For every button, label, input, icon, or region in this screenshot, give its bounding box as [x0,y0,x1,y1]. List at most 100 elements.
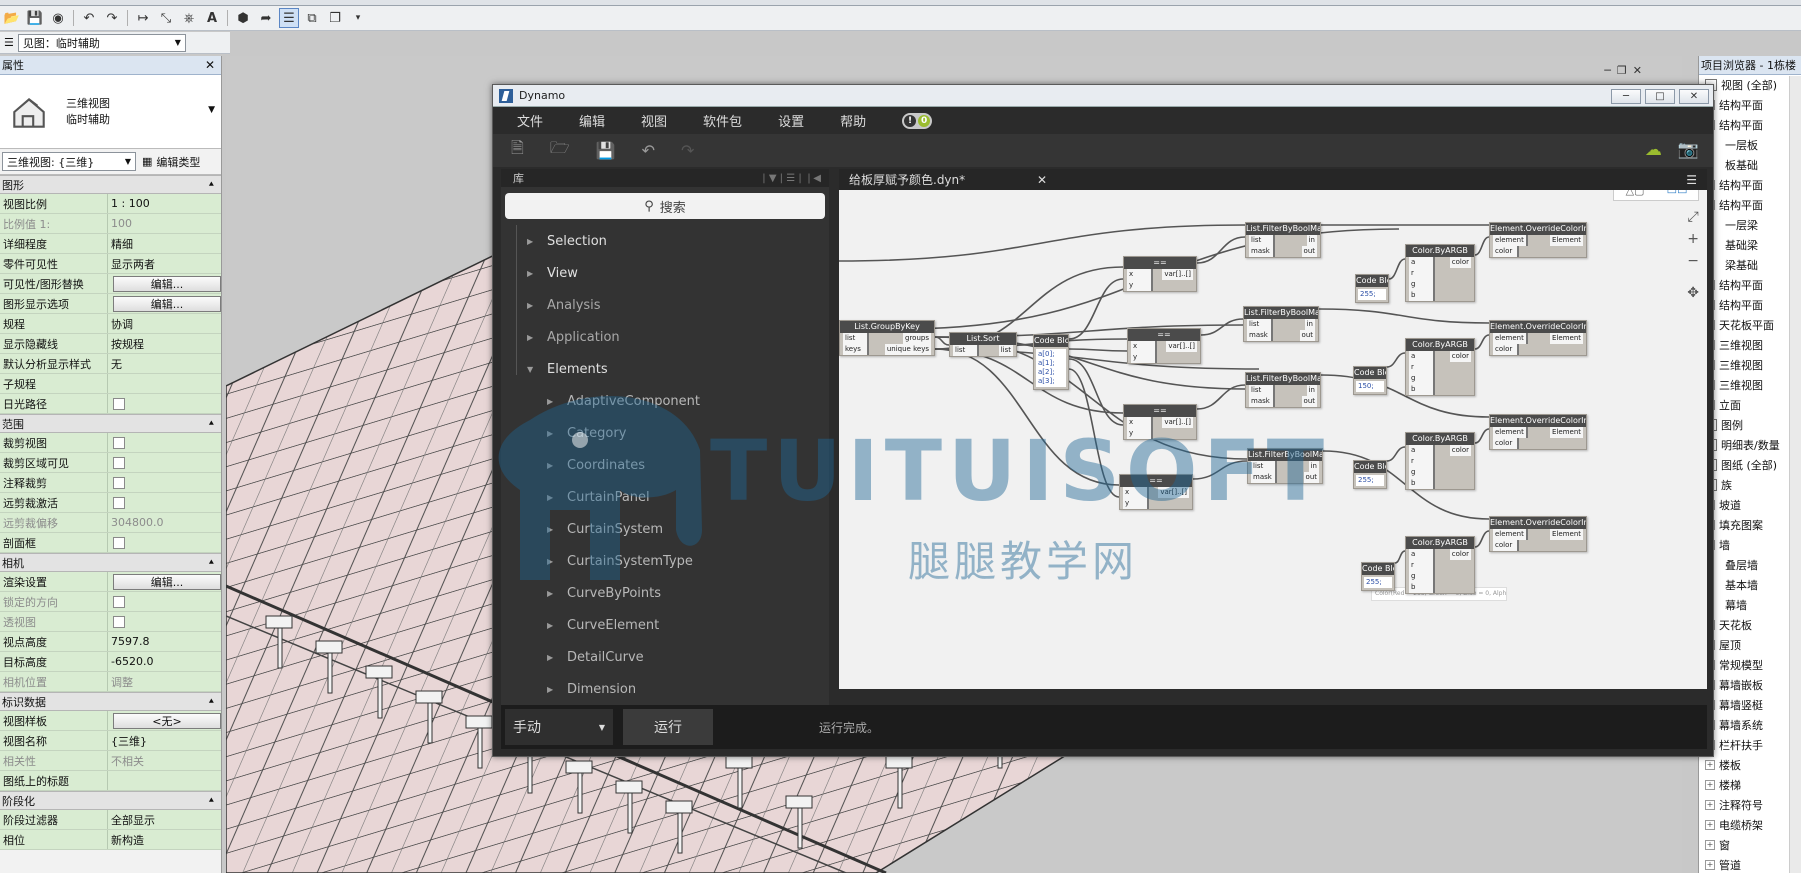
browser-item[interactable]: 族 [1699,475,1801,495]
browser-scrollbar[interactable] [1789,76,1801,873]
connector-wire[interactable] [934,336,950,346]
browser-item[interactable]: +结构平面 [1699,295,1801,315]
browser-item[interactable]: +幕墙竖梃 [1699,695,1801,715]
input-port[interactable]: mask [1247,330,1273,341]
output-port[interactable]: list [998,345,1013,356]
thin-lines-icon[interactable]: ☰ [279,8,299,28]
close-icon[interactable]: ✕ [205,58,215,72]
run-mode-select[interactable]: 手动 ▼ [505,709,613,745]
input-port[interactable]: g [1409,467,1435,478]
library-item[interactable]: ▶ CurveByPoints [501,577,829,609]
property-checkbox[interactable] [113,476,125,489]
property-value[interactable]: 全部显示 [108,810,221,829]
browser-item[interactable]: 视图 (全部) [1699,75,1801,95]
graph-node[interactable]: Element.OverrideColorInViewelement Elemen… [1489,222,1587,258]
undo-icon[interactable]: ↶ [642,141,655,160]
connector-wire[interactable] [1386,446,1406,462]
library-item[interactable]: ▶ AdaptiveComponent [501,385,829,417]
property-value[interactable] [108,771,221,790]
property-value[interactable]: 7597.8 [108,632,221,651]
expand-icon[interactable]: + [1705,800,1715,810]
graph-node[interactable]: Element.OverrideColorInViewelement Elemen… [1489,320,1587,356]
browser-item[interactable]: +结构平面 [1699,275,1801,295]
open-file-icon[interactable]: 🗁 [550,137,570,164]
expand-icon[interactable]: + [1705,860,1715,870]
browser-item[interactable]: 幕墙 [1699,595,1801,615]
property-value[interactable] [108,473,221,492]
new-file-icon[interactable]: 🗎 [511,137,524,164]
graph-node[interactable]: List.GroupByKey list groups keys unique keys [839,320,935,356]
input-port[interactable]: list [1249,385,1275,396]
output-port[interactable]: color [1449,351,1471,362]
input-port[interactable]: a [1409,445,1435,456]
connector-wire[interactable] [1474,236,1490,256]
connector-wire[interactable] [1386,352,1406,368]
browser-item[interactable]: +屋顶 [1699,635,1801,655]
switch-windows-icon[interactable]: ❐ [325,8,345,28]
output-port[interactable]: unique keys [884,344,931,355]
property-value[interactable]: 精细 [108,234,221,253]
expand-icon[interactable]: + [1705,840,1715,850]
library-item[interactable]: ▶ Category [501,417,829,449]
input-port[interactable]: list [843,333,869,344]
graph-node[interactable]: List.FilterByBoolMasklist in mask out [1243,306,1319,342]
code-block-editor[interactable]: 150; [1356,381,1384,392]
property-value[interactable]: {三维} [108,731,221,750]
type-selector[interactable]: 三维视图 临时辅助 ▼ [0,75,221,149]
input-port[interactable]: color [1493,246,1519,257]
browser-item[interactable]: +幕墙嵌板 [1699,675,1801,695]
save-icon[interactable]: 💾 [596,141,616,160]
menu-view[interactable]: 视图 [641,111,667,130]
property-value[interactable]: 协调 [108,314,221,333]
measure-icon[interactable]: ↦ [133,8,153,28]
maximize-button[interactable]: □ [1645,89,1675,104]
instance-selector[interactable]: 三维视图: {三维} ▼ [2,152,136,171]
browser-item[interactable]: + 注释符号 [1699,795,1801,815]
graph-node[interactable]: List.Sort list list [949,332,1017,357]
graph-node[interactable]: Color.ByARGB a color r g b [1405,244,1475,302]
browser-item[interactable]: + 楼板 [1699,755,1801,775]
library-search-input[interactable]: ⚲ 搜索 [505,193,825,219]
graph-node[interactable]: Element.OverrideColorInViewelement Elemen… [1489,516,1587,552]
input-port[interactable]: color [1493,344,1519,355]
graph-node[interactable]: List.FilterByBoolMasklist in mask out [1247,448,1323,484]
property-value[interactable]: 编辑... [108,572,221,591]
output-port[interactable]: groups [903,333,931,344]
graph-node[interactable]: == x var[]..[] y [1119,474,1193,510]
menu-edit[interactable]: 编辑 [579,111,605,130]
code-block-editor[interactable]: 255; [1358,289,1386,300]
graph-node[interactable]: List.FilterByBoolMasklist in mask out [1245,372,1321,408]
input-port[interactable]: list [953,345,979,356]
property-value[interactable]: 按规程 [108,334,221,353]
library-item[interactable]: ▶ CurveElement [501,609,829,641]
redo-icon[interactable]: ↷ [102,8,122,28]
property-value[interactable]: 1 : 100 [108,194,221,213]
browser-item[interactable]: 一层板 [1699,135,1801,155]
expand-icon[interactable]: + [1705,760,1715,770]
input-port[interactable]: a [1409,549,1435,560]
input-port[interactable]: b [1409,478,1435,489]
close-icon[interactable]: ✕ [1633,64,1642,77]
input-port[interactable]: a [1409,351,1435,362]
browser-item[interactable]: 图纸 (全部) [1699,455,1801,475]
browser-item[interactable]: 明细表/数量 [1699,435,1801,455]
connector-wire[interactable] [1192,460,1248,480]
tag-icon[interactable]: ⎈ [179,8,199,28]
connector-wire[interactable] [1474,530,1490,548]
library-item[interactable]: ▶ CurtainSystemType [501,545,829,577]
section-header[interactable]: 标识数据 ⯅ [0,692,221,711]
menu-settings[interactable]: 设置 [778,111,804,130]
connector-wire[interactable] [934,348,1124,414]
connector-wire[interactable] [1068,348,1128,352]
property-value[interactable]: 编辑... [108,274,221,293]
input-port[interactable]: list [1249,235,1275,246]
pan-icon[interactable]: ✥ [1687,285,1699,301]
input-port[interactable]: r [1409,268,1435,279]
browser-item[interactable]: +填充图案 [1699,515,1801,535]
property-value[interactable]: <无> [108,711,221,730]
output-port[interactable]: var[]..[] [1166,341,1197,352]
input-port[interactable]: y [1127,428,1153,439]
property-edit-button[interactable]: 编辑... [113,275,221,292]
property-value[interactable] [108,433,221,452]
library-item[interactable]: ▼ Elements [501,353,829,385]
